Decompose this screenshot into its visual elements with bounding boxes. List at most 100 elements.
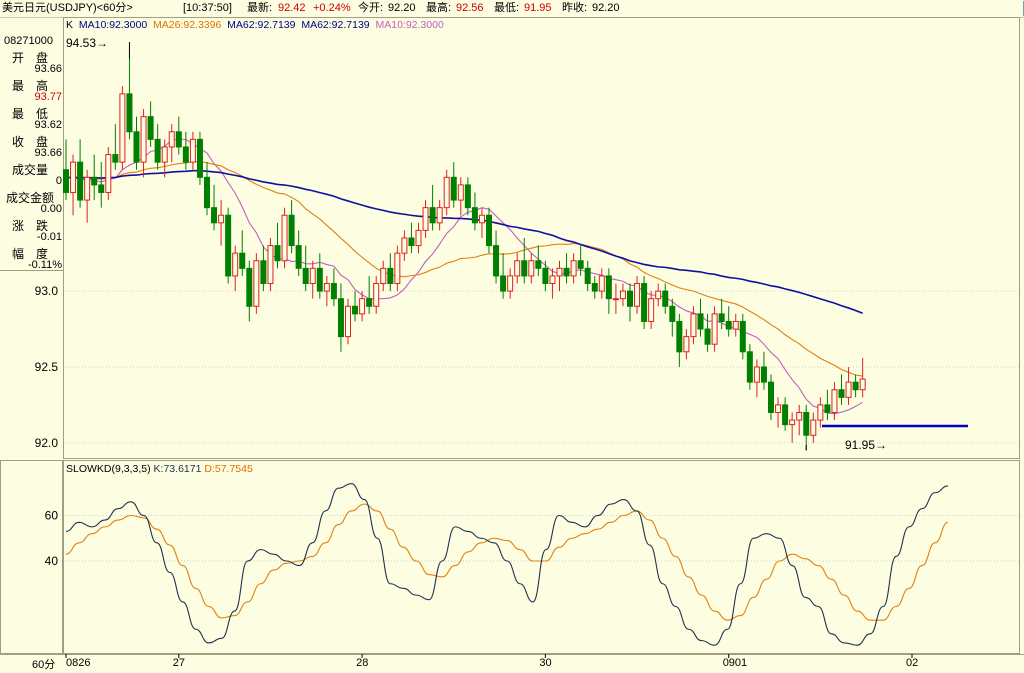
candle bbox=[408, 222, 415, 254]
candle bbox=[676, 313, 683, 367]
candle bbox=[246, 260, 253, 322]
candle-body bbox=[126, 93, 133, 133]
candle bbox=[168, 124, 175, 163]
candle-body bbox=[810, 419, 817, 436]
candle bbox=[140, 109, 147, 178]
candle bbox=[126, 58, 133, 140]
candle bbox=[605, 268, 612, 314]
candle bbox=[239, 230, 246, 276]
candle bbox=[782, 397, 789, 431]
candle-body bbox=[140, 116, 147, 163]
candle bbox=[725, 306, 732, 337]
price-tick-label: 92.0 bbox=[35, 436, 59, 450]
candle-body bbox=[274, 245, 281, 262]
candle-body bbox=[598, 275, 605, 292]
candle bbox=[218, 200, 225, 246]
candle-body bbox=[436, 207, 443, 224]
candle bbox=[387, 253, 394, 292]
candle bbox=[70, 154, 77, 216]
candle-body bbox=[796, 411, 803, 421]
candle-body bbox=[98, 184, 105, 193]
candle-body bbox=[373, 283, 380, 307]
candle-body bbox=[718, 313, 725, 322]
candle bbox=[584, 260, 591, 292]
candle bbox=[507, 268, 514, 299]
candle-body bbox=[189, 138, 196, 163]
candle-body bbox=[556, 267, 563, 277]
candle-body bbox=[323, 283, 330, 292]
candle bbox=[345, 298, 351, 345]
candle-body bbox=[634, 283, 641, 307]
candle bbox=[112, 124, 119, 170]
candle bbox=[817, 397, 824, 428]
candle bbox=[352, 291, 359, 322]
candle-body bbox=[471, 207, 478, 224]
candle-body bbox=[521, 260, 528, 277]
candle-body bbox=[112, 154, 119, 163]
low-marker-label: 91.95→ bbox=[845, 438, 888, 452]
kd-d-value: D:57.7545 bbox=[204, 463, 253, 475]
candle bbox=[662, 283, 669, 314]
candle bbox=[211, 184, 218, 231]
candle bbox=[182, 131, 189, 170]
candle-body bbox=[803, 411, 810, 436]
candle-body bbox=[535, 260, 542, 269]
candle bbox=[337, 283, 344, 352]
candle bbox=[486, 207, 492, 254]
candle-body bbox=[63, 169, 69, 193]
candle bbox=[133, 116, 140, 170]
candle bbox=[859, 357, 866, 398]
candle-body bbox=[218, 214, 225, 224]
candle bbox=[260, 245, 267, 292]
candle bbox=[316, 253, 323, 299]
candle bbox=[366, 275, 373, 314]
candle-body bbox=[627, 290, 633, 307]
candle bbox=[232, 245, 239, 292]
candle-body bbox=[401, 237, 408, 254]
candle bbox=[77, 139, 84, 208]
candle bbox=[436, 200, 443, 231]
ma62-line bbox=[65, 169, 863, 315]
candle bbox=[683, 329, 690, 360]
ma10-line bbox=[65, 138, 863, 415]
candle-body bbox=[415, 229, 422, 247]
candle-body bbox=[831, 389, 838, 413]
price-tick-label: 93.0 bbox=[35, 284, 59, 298]
candle-body bbox=[366, 298, 373, 307]
candle-body bbox=[239, 252, 246, 269]
candle-body bbox=[429, 207, 436, 224]
candle bbox=[457, 177, 464, 216]
candle bbox=[330, 268, 337, 307]
candle-body bbox=[690, 313, 697, 338]
candle-body bbox=[641, 283, 648, 322]
price-chart[interactable]: 93.092.592.06040082627283009010203 bbox=[0, 0, 1024, 673]
candle bbox=[443, 169, 450, 216]
high-marker-label: 94.53→ bbox=[66, 36, 109, 50]
candle bbox=[669, 298, 676, 337]
candle-body bbox=[105, 154, 112, 193]
candle-body bbox=[147, 116, 154, 140]
kd-tick-label: 40 bbox=[45, 554, 59, 568]
candle-body bbox=[84, 176, 91, 201]
candle bbox=[422, 200, 429, 238]
candle-body bbox=[267, 245, 274, 285]
candle bbox=[796, 404, 803, 436]
candle-body bbox=[782, 404, 789, 426]
candle bbox=[803, 404, 810, 451]
candle bbox=[394, 245, 401, 292]
candle bbox=[831, 382, 838, 421]
candle bbox=[98, 162, 105, 208]
candle-body bbox=[507, 275, 514, 292]
candle-body bbox=[859, 378, 866, 391]
candle-body bbox=[175, 131, 182, 148]
candle-body bbox=[422, 207, 429, 231]
time-tick-label: 30 bbox=[539, 657, 551, 669]
period-label: 60分 bbox=[32, 659, 56, 671]
candle bbox=[634, 275, 641, 314]
candle bbox=[415, 222, 422, 254]
candle-body bbox=[619, 290, 626, 300]
candle-body bbox=[295, 245, 302, 269]
candle bbox=[619, 283, 626, 307]
candle bbox=[175, 116, 182, 155]
candle-body bbox=[570, 260, 577, 277]
